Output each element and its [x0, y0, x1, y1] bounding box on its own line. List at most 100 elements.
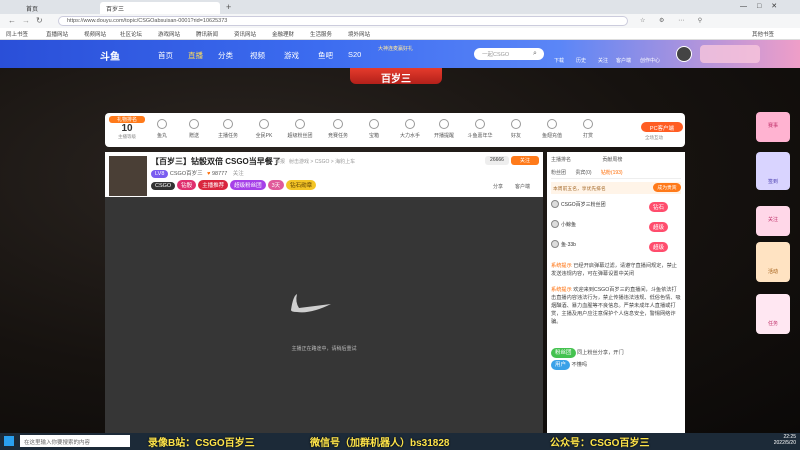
tag[interactable]: 钻骰 [177, 180, 197, 190]
history-label[interactable]: 历史 [576, 57, 586, 64]
new-tab-icon[interactable]: + [226, 2, 231, 12]
download-label[interactable]: 下载 [554, 57, 564, 64]
sidebar-item[interactable]: 任务 [756, 294, 790, 334]
nav-item-game[interactable]: 游戏 [284, 50, 299, 61]
message-tag: 系统提示 [551, 287, 572, 293]
pc-client-button[interactable]: PC客户端 [641, 122, 683, 132]
window-controls[interactable]: —□✕ [740, 2, 787, 10]
sidebar-item[interactable]: 赛事 [756, 112, 790, 142]
rank-badge: 钻石 [649, 202, 669, 212]
windows-start-icon[interactable] [4, 436, 14, 446]
bookmark-item[interactable]: 同上书签 [6, 30, 28, 38]
browser-toolbar-icons[interactable]: ☆ ⚙ ⋯ ⚲ [640, 17, 790, 25]
breadcrumb[interactable]: 射击游戏 > CSGO > 海豹上车 [289, 158, 355, 165]
level-badge: LV8 [151, 170, 169, 178]
rank-row[interactable]: 小鲸鱼 超级 [551, 220, 681, 232]
tab-diamond[interactable]: 钻粉(193) [601, 170, 623, 176]
tag[interactable]: CSGO [151, 182, 176, 190]
bookmark-item[interactable]: 直播网站 [46, 30, 68, 38]
sidebar-item[interactable]: 关注 [756, 206, 790, 236]
gift-item[interactable]: 主播任务 [213, 119, 243, 139]
sidebar-item[interactable]: 签到 [756, 152, 790, 190]
refresh-icon[interactable]: ↻ [36, 16, 43, 25]
gift-icon [189, 119, 199, 129]
forward-icon[interactable]: → [22, 16, 30, 25]
client-button[interactable]: 客户端 [515, 183, 530, 190]
gift-item[interactable]: 鱼翅充值 [537, 119, 567, 139]
gift-label: 全民PK [255, 133, 273, 139]
bookmark-item[interactable]: 金融理财 [272, 30, 294, 38]
nav-item-live[interactable]: 直播 [188, 50, 203, 61]
share-button[interactable]: 分享 [493, 183, 503, 190]
tab-label: 首页 [26, 7, 39, 13]
streamer-name[interactable]: CSGO百岁三 [170, 171, 203, 177]
tag[interactable]: 钻石勋章 [286, 180, 317, 190]
gift-item[interactable]: 开播提醒 [429, 119, 459, 139]
fans-icon: ♥ [207, 171, 211, 177]
report-link[interactable]: 举报 [275, 158, 285, 165]
bookmark-item[interactable]: 资讯网站 [234, 30, 256, 38]
browser-tab-active[interactable]: 百岁三 [100, 2, 220, 14]
bookmark-item[interactable]: 社区论坛 [120, 30, 142, 38]
chest-icon [369, 119, 379, 129]
bookmark-item[interactable]: 腾讯新闻 [196, 30, 218, 38]
join-button[interactable]: 成为贵宾 [653, 183, 681, 192]
streamer-avatar[interactable] [109, 156, 147, 196]
message-text: 同上粉丝分享，开门 [576, 350, 624, 356]
gift-item[interactable]: 鱼丸 [147, 119, 177, 139]
client-label[interactable]: 客户端 [616, 57, 631, 64]
gift-item[interactable]: 大力水手 [395, 119, 425, 139]
clock: 22:25 2022/5/20 [756, 434, 796, 446]
gift-label: 鱼丸 [156, 133, 167, 139]
follow-count: 26666 [485, 156, 509, 165]
tab-vip[interactable]: 贵宾(0) [575, 170, 591, 176]
site-logo[interactable]: 斗鱼 [100, 48, 120, 63]
rank-box[interactable]: 礼物排名 10 主播等级 [109, 116, 145, 140]
search-icon[interactable]: ⌕ [533, 50, 537, 58]
gift-item[interactable]: 好友 [501, 119, 531, 139]
avatar[interactable] [676, 46, 692, 62]
user-avatar-icon [551, 200, 559, 208]
gift-item[interactable]: 宝箱 [359, 119, 389, 139]
follow-label[interactable]: 关注 [598, 57, 608, 64]
rank-row[interactable]: CSGO百岁三粉丝团 钻石 [551, 200, 681, 212]
nav-item-fishbar[interactable]: 鱼吧 [318, 50, 333, 61]
follow-small[interactable]: 关注 [233, 171, 244, 177]
nav-item-category[interactable]: 分类 [218, 50, 233, 61]
tab-contrib[interactable]: 贡献周榜 [602, 157, 622, 163]
creator-label[interactable]: 创作中心 [640, 57, 660, 64]
tag[interactable]: 主播推荐 [198, 180, 229, 190]
gift-item[interactable]: 全民PK [249, 119, 279, 139]
sidebar-item[interactable]: 活动 [756, 242, 790, 282]
nav-item-video[interactable]: 视频 [250, 50, 265, 61]
watermark: 录像B站：CSGO百岁三 [148, 438, 255, 449]
bookmark-item[interactable]: 游戏网站 [158, 30, 180, 38]
bookmark-item[interactable]: 视频网站 [84, 30, 106, 38]
browser-tab[interactable]: 首页 [20, 2, 98, 14]
url-field[interactable]: https://www.douyu.com/topic/CSGOabsuisan… [58, 16, 628, 26]
follow-button[interactable]: 关注 [511, 156, 539, 165]
nav-item-s20[interactable]: S20 [348, 50, 361, 59]
gift-item[interactable]: 斗鱼嘉年华 [465, 119, 495, 139]
gift-label: 好友 [510, 133, 521, 139]
gift-item[interactable]: 赠送 [179, 119, 209, 139]
rank-row[interactable]: 鱼·33b 超级 [551, 240, 681, 252]
nav-item-home[interactable]: 首页 [158, 50, 173, 61]
gift-item[interactable]: 超级粉丝团 [285, 119, 315, 139]
bookmark-item[interactable]: 境外网站 [348, 30, 370, 38]
gift-item[interactable]: 竞赛任务 [323, 119, 353, 139]
bookmark-item[interactable]: 其他书签 [752, 30, 774, 38]
loading-spinner-icon [291, 294, 331, 313]
rank-badge: 超级 [649, 222, 669, 232]
back-icon[interactable]: ← [8, 16, 16, 25]
bookmark-item[interactable]: 生活服务 [310, 30, 332, 38]
gift-item[interactable]: 打赏 [573, 119, 603, 139]
tag[interactable]: 3天 [267, 180, 285, 190]
video-area[interactable]: 主播正在路途中，请稍后重试 [105, 197, 543, 435]
tab-fans[interactable]: 粉丝团 [551, 170, 566, 176]
taskbar-search[interactable]: 在这里输入你要搜索的内容 [20, 435, 130, 447]
promo-banner-image[interactable] [700, 45, 760, 63]
tab-rank[interactable]: 主播排名 [551, 157, 571, 163]
tag[interactable]: 超级粉丝团 [230, 180, 266, 190]
trophy-icon [333, 119, 343, 129]
